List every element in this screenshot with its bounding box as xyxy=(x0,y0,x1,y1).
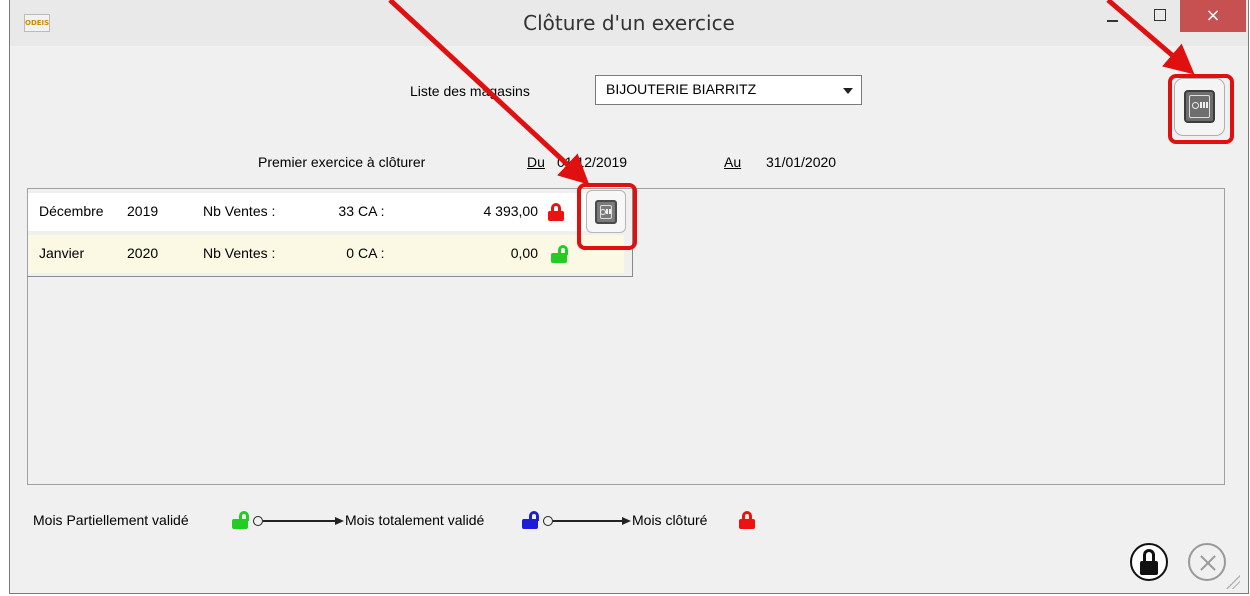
month-row[interactable]: Décembre 2019 Nb Ventes : 33 CA : 4 393,… xyxy=(28,193,624,231)
from-label: Du xyxy=(527,154,545,170)
month-year: 2020 xyxy=(127,245,159,261)
cancel-button[interactable] xyxy=(1188,543,1226,581)
annotation-highlight-box xyxy=(1168,74,1234,144)
closed-lock-icon xyxy=(548,203,564,221)
legend-arrow-line xyxy=(553,520,622,522)
minimize-button[interactable] xyxy=(1090,0,1134,34)
annotation-highlight-box xyxy=(577,183,637,250)
ca-label: CA : xyxy=(358,245,385,261)
store-list-label: Liste des magasins xyxy=(410,83,530,99)
chevron-down-icon xyxy=(843,88,853,94)
title-bar: ODEIS Clôture d'un exercice × xyxy=(10,0,1248,46)
window-title: Clôture d'un exercice xyxy=(523,11,735,35)
from-date: 01/12/2019 xyxy=(557,154,628,170)
close-button[interactable]: × xyxy=(1180,0,1246,32)
arrow-right-icon xyxy=(622,517,631,525)
legend-arrow-line xyxy=(263,520,335,522)
ca-label: CA : xyxy=(358,203,385,219)
lock-button[interactable] xyxy=(1130,543,1168,581)
month-row[interactable]: Janvier 2020 Nb Ventes : 0 CA : 0,00 xyxy=(28,235,624,273)
legend-closed-label: Mois clôturé xyxy=(632,512,708,528)
month-year: 2019 xyxy=(127,203,159,219)
to-label: Au xyxy=(724,154,742,170)
store-select[interactable]: BIJOUTERIE BIARRITZ xyxy=(595,75,862,105)
ca-amount: 0,00 xyxy=(510,245,538,261)
arrow-right-icon xyxy=(335,517,344,525)
key-ring-icon xyxy=(253,516,263,526)
month-name: Janvier xyxy=(39,245,85,261)
resize-grip[interactable] xyxy=(1226,575,1240,589)
legend-total-label: Mois totalement validé xyxy=(345,512,485,528)
first-period-label: Premier exercice à clôturer xyxy=(258,154,426,170)
sales-label: Nb Ventes : xyxy=(203,245,276,261)
sales-count: 33 xyxy=(338,203,354,219)
sales-label: Nb Ventes : xyxy=(203,203,276,219)
open-lock-icon xyxy=(232,511,249,529)
store-select-value: BIJOUTERIE BIARRITZ xyxy=(606,81,757,97)
open-lock-icon xyxy=(551,245,568,263)
closed-lock-icon xyxy=(739,511,755,529)
sales-count: 0 xyxy=(346,245,354,261)
maximize-button[interactable] xyxy=(1138,0,1182,34)
month-name: Décembre xyxy=(39,203,104,219)
key-ring-icon xyxy=(543,516,553,526)
to-date: 31/01/2020 xyxy=(766,154,837,170)
open-lock-icon xyxy=(522,511,539,529)
ca-amount: 4 393,00 xyxy=(483,203,539,219)
legend-partial-label: Mois Partiellement validé xyxy=(33,512,189,528)
